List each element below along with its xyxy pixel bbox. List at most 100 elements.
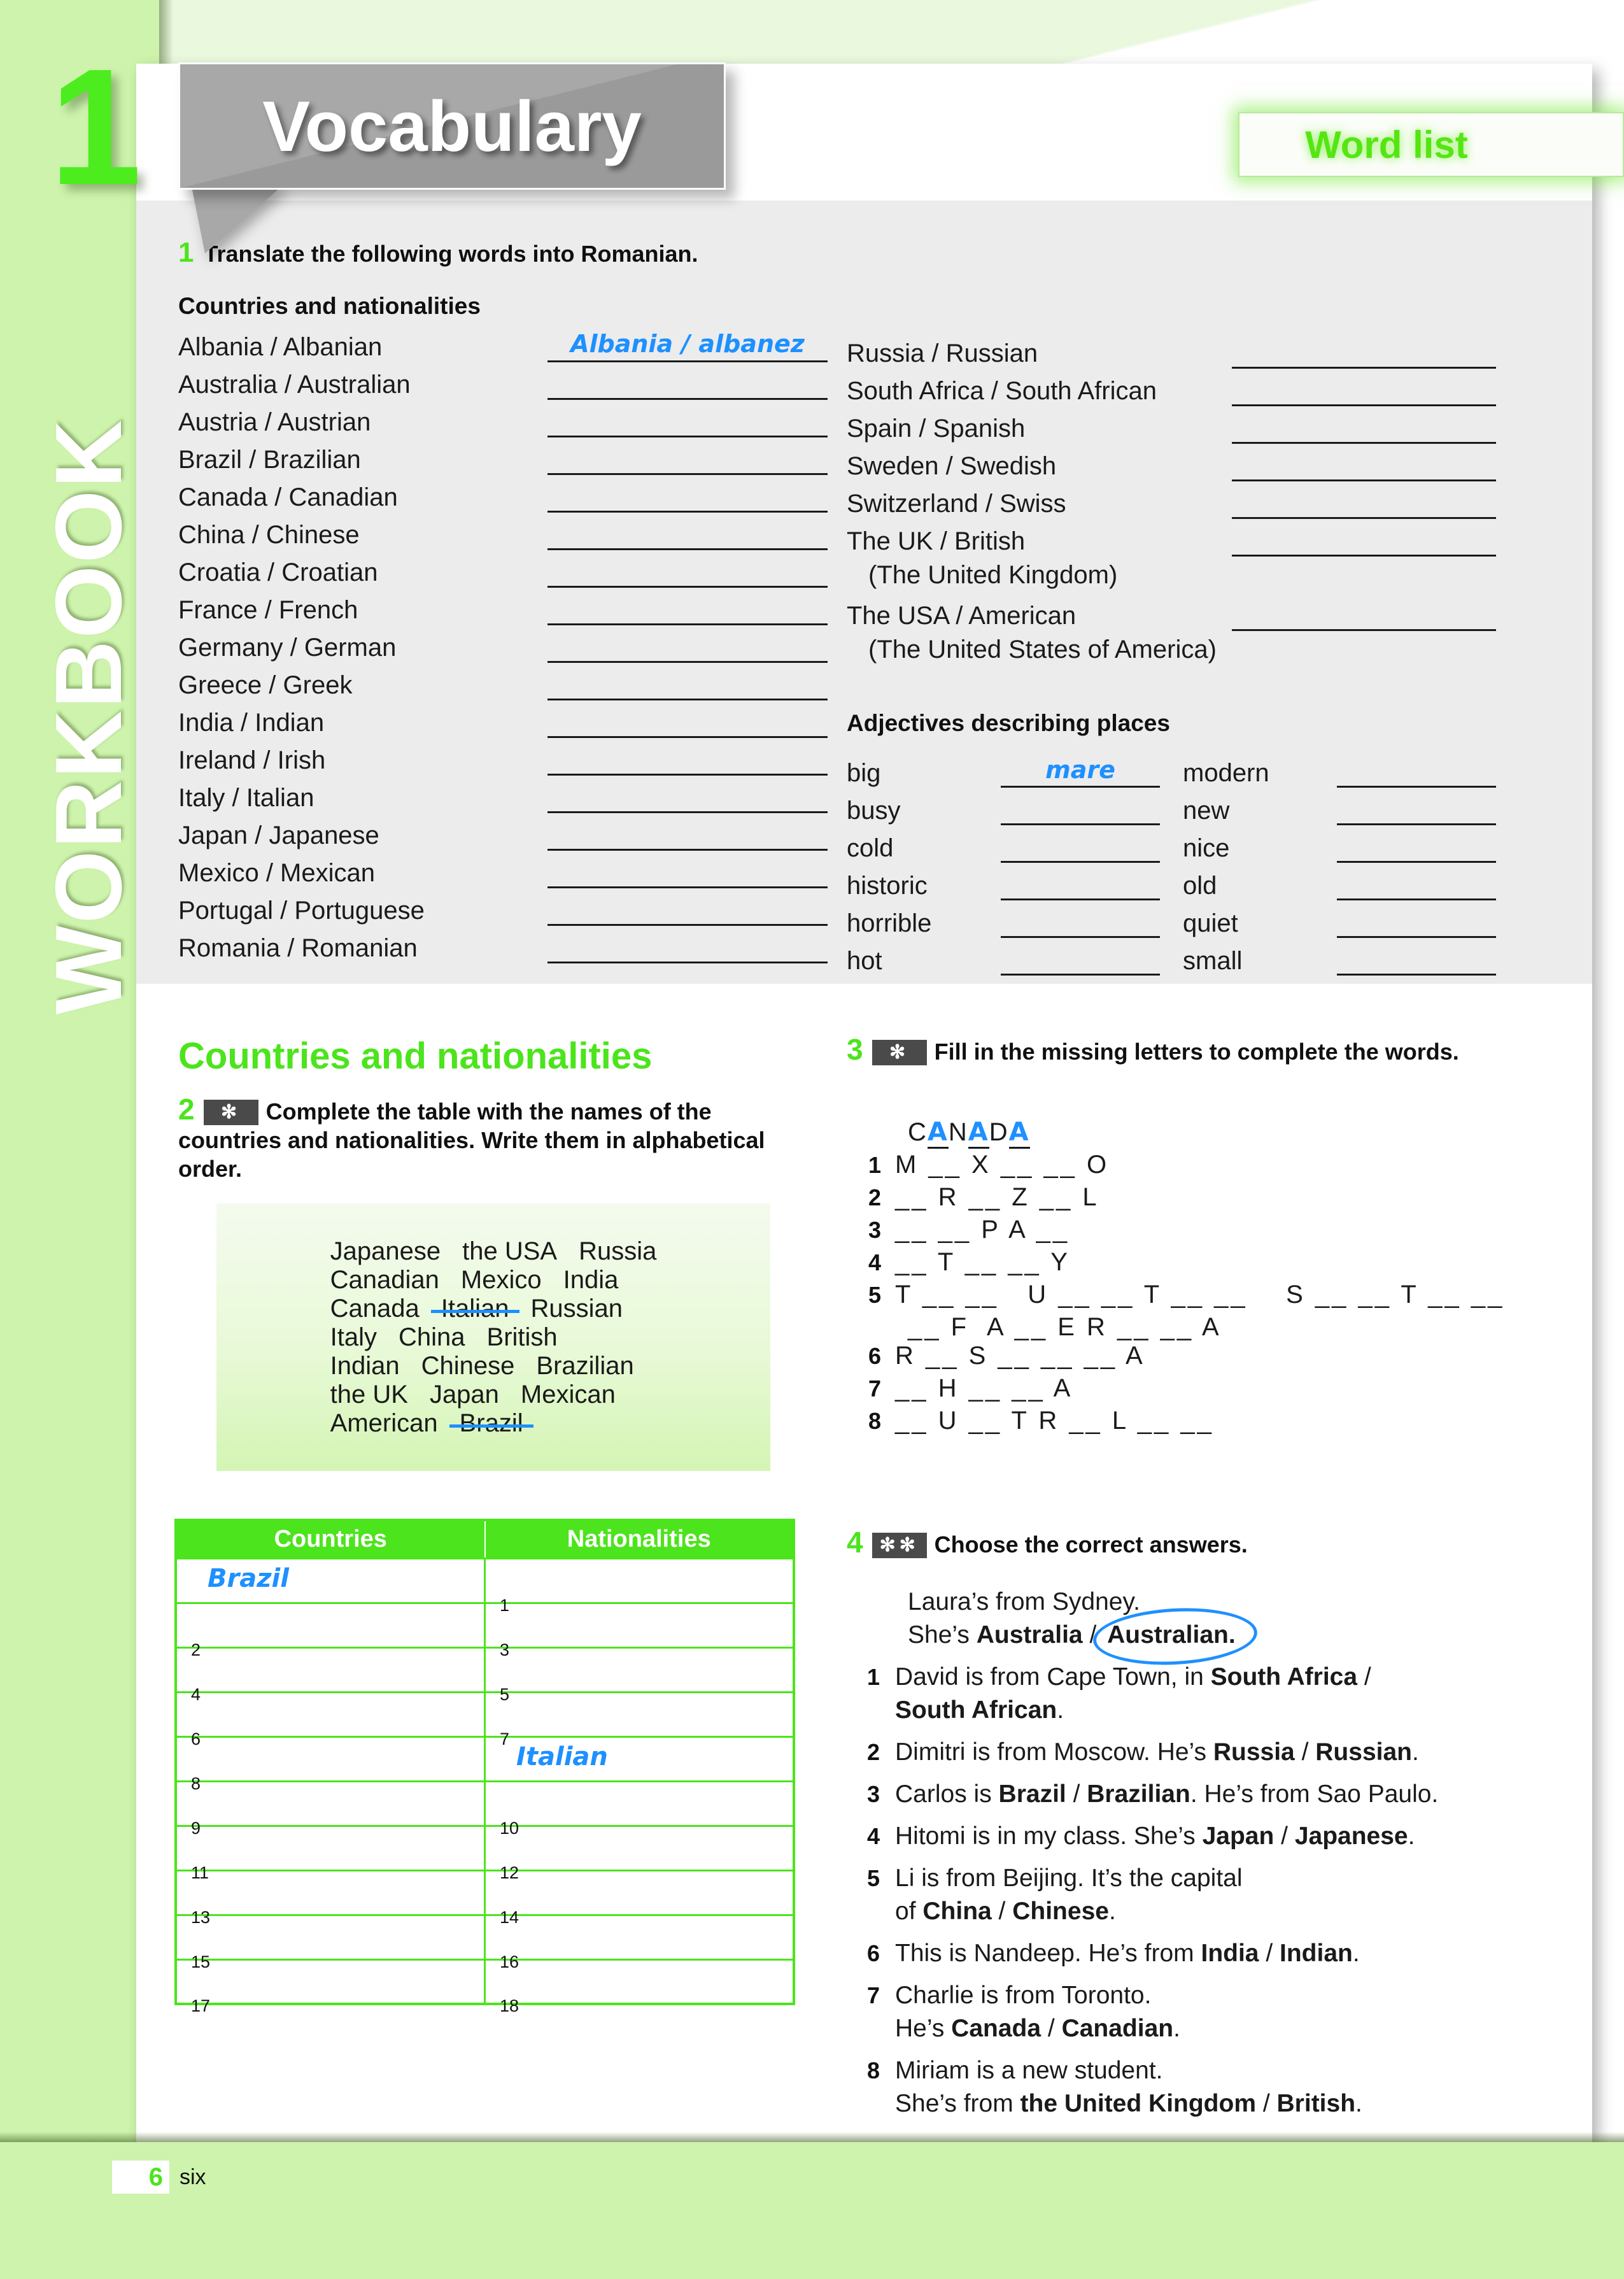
table-cell[interactable]: 11	[174, 1824, 486, 1882]
answer-blank[interactable]	[1232, 415, 1496, 444]
table-cell[interactable]: 2	[174, 1601, 486, 1659]
table-cell[interactable]: 12	[484, 1824, 795, 1882]
answer-blank[interactable]	[1232, 377, 1496, 406]
adjective-answer-blank[interactable]	[1001, 910, 1160, 938]
word-bank-item[interactable]: Italy	[330, 1323, 377, 1352]
table-cell[interactable]: 4	[174, 1646, 486, 1704]
answer-blank[interactable]	[547, 859, 828, 888]
answer-blank[interactable]	[1232, 602, 1496, 631]
table-cell[interactable]: 16	[484, 1913, 795, 1971]
word-bank-item[interactable]: Russian	[531, 1295, 623, 1323]
answer-blank[interactable]	[547, 709, 828, 738]
adjective-answer-blank[interactable]	[1001, 872, 1160, 900]
answer-blank[interactable]	[547, 897, 828, 926]
answer-blank[interactable]	[547, 596, 828, 625]
item-sentence[interactable]: David is from Cape Town, in South Africa…	[895, 1661, 1371, 1727]
word-bank-item[interactable]: Brazil	[449, 1409, 533, 1438]
table-cell[interactable]: 1	[484, 1557, 795, 1615]
example-option-a[interactable]: Australia	[977, 1621, 1083, 1649]
table-cell[interactable]: 8	[174, 1735, 486, 1793]
example-option-b-circled[interactable]: Australian.	[1103, 1619, 1239, 1652]
item-sentence[interactable]: Miriam is a new student. She’s from the U…	[895, 2054, 1362, 2120]
adjective-answer-blank[interactable]	[1337, 948, 1496, 976]
exercise-4-number: 4	[847, 1526, 863, 1559]
item-sentence[interactable]: Carlos is Brazil / Brazilian. He’s from …	[895, 1778, 1438, 1811]
word-bank-item[interactable]: Canadian	[330, 1266, 439, 1295]
adjective-answer-blank[interactable]	[1337, 797, 1496, 825]
word-bank-item[interactable]: British	[487, 1323, 558, 1352]
item-pattern-continued[interactable]: __ F A __ E R __ __ A	[847, 1313, 1496, 1342]
item-sentence[interactable]: Charlie is from Toronto. He’s Canada / Ca…	[895, 1979, 1180, 2045]
answer-blank[interactable]	[547, 934, 828, 963]
adjective-answer-blank[interactable]	[1337, 910, 1496, 938]
answer-blank[interactable]	[547, 821, 828, 851]
item-pattern[interactable]: __ T __ __ Y	[895, 1248, 1070, 1277]
adjective-answer-blank[interactable]	[1001, 835, 1160, 863]
word-bank-item[interactable]: Brazilian	[536, 1352, 633, 1381]
item-sentence[interactable]: Li is from Beijing. It’s the capital of C…	[895, 1862, 1243, 1928]
table-cell[interactable]: 10	[484, 1780, 795, 1838]
answer-blank[interactable]	[547, 446, 828, 475]
word-bank-item[interactable]: Japan	[430, 1381, 499, 1409]
answer-blank[interactable]	[547, 408, 828, 437]
item-pattern[interactable]: __ R __ Z __ L	[895, 1183, 1099, 1212]
answer-blank[interactable]	[547, 671, 828, 700]
answer-blank[interactable]	[1232, 527, 1496, 557]
adjective-answer-blank[interactable]	[1001, 948, 1160, 976]
answer-blank[interactable]	[547, 746, 828, 776]
answer-blank[interactable]	[547, 634, 828, 663]
answer-blank[interactable]	[1232, 490, 1496, 519]
item-pattern[interactable]: __ __ P A __	[895, 1216, 1070, 1244]
answer-blank[interactable]	[547, 483, 828, 513]
item-sentence[interactable]: This is Nandeep. He’s from India / India…	[895, 1937, 1360, 1970]
word-bank-item[interactable]: Mexican	[521, 1381, 616, 1409]
answer-blank[interactable]	[1232, 452, 1496, 481]
item-number: 1	[868, 1152, 881, 1178]
answer-blank[interactable]	[547, 558, 828, 588]
adjective-answer-blank[interactable]	[1337, 872, 1496, 900]
word-bank-item[interactable]: China	[399, 1323, 465, 1352]
cell-number: 17	[191, 1996, 211, 2015]
word-bank-item[interactable]: American	[330, 1409, 438, 1438]
exercise-3-item: 6 R __ S __ __ __ A	[847, 1342, 1496, 1370]
word-bank-item[interactable]: Indian	[330, 1352, 400, 1381]
table-cell[interactable]: 5	[484, 1646, 795, 1704]
item-pattern[interactable]: M __ X __ __ O	[895, 1151, 1109, 1179]
adjective-answer-blank[interactable]	[1001, 797, 1160, 825]
adjective-answer-blank[interactable]	[1337, 760, 1496, 788]
table-cell[interactable]: 17	[174, 1958, 486, 2015]
word-bank-item[interactable]: Russia	[579, 1237, 656, 1266]
item-pattern[interactable]: __ H __ __ A	[895, 1374, 1073, 1403]
word-list-badge[interactable]: Word list	[1238, 112, 1624, 177]
answer-blank[interactable]: Albania / albanez	[547, 330, 828, 362]
answer-blank[interactable]	[1232, 339, 1496, 369]
item-pattern[interactable]: R __ S __ __ __ A	[895, 1342, 1145, 1370]
item-sentence[interactable]: Hitomi is in my class. She’s Japan / Jap…	[895, 1820, 1415, 1853]
table-cell[interactable]: 6	[174, 1691, 486, 1749]
word-bank-item[interactable]: Mexico	[461, 1266, 542, 1295]
answer-blank[interactable]	[547, 371, 828, 400]
answer-blank[interactable]	[547, 521, 828, 550]
word-bank-item[interactable]: the UK	[330, 1381, 408, 1409]
table-cell[interactable]: 3	[484, 1601, 795, 1659]
table-cell[interactable]: 18	[484, 1958, 795, 2015]
item-sentence[interactable]: Dimitri is from Moscow. He’s Russia / Ru…	[895, 1736, 1419, 1769]
word-bank-item[interactable]: Chinese	[421, 1352, 515, 1381]
word-bank-item[interactable]: India	[563, 1266, 619, 1295]
item-pattern[interactable]: T __ __ U __ __ T __ __ S __ __ T __ __	[895, 1281, 1504, 1309]
word-bank-item[interactable]: Japanese	[330, 1237, 441, 1266]
table-cell[interactable]: 13	[174, 1869, 486, 1927]
table-cell[interactable]: 7	[484, 1691, 795, 1749]
table-cell[interactable]: 15	[174, 1913, 486, 1971]
answer-blank[interactable]	[547, 784, 828, 813]
table-cell[interactable]: 14	[484, 1869, 795, 1927]
table-cell[interactable]: 9	[174, 1780, 486, 1838]
item-pattern[interactable]: __ U __ T R __ L __ __	[895, 1407, 1214, 1435]
table-cell[interactable]: Brazil	[174, 1557, 486, 1604]
adjective-answer-blank[interactable]: mare	[1001, 756, 1160, 788]
word-bank-item[interactable]: Canada	[330, 1295, 420, 1323]
word-bank-item[interactable]: the USA	[462, 1237, 557, 1266]
word-bank-item[interactable]: Italian	[430, 1295, 519, 1323]
table-cell[interactable]: Italian	[484, 1735, 795, 1782]
adjective-answer-blank[interactable]	[1337, 835, 1496, 863]
